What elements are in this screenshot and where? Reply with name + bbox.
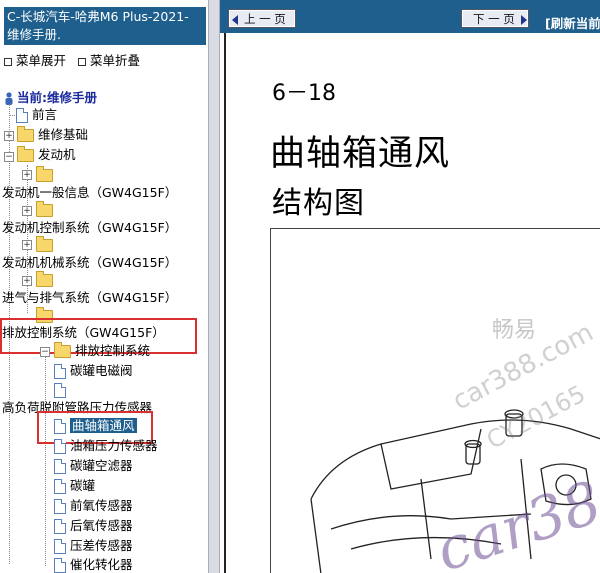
document-icon — [16, 108, 28, 123]
tree-item-canister-filter[interactable]: 碳罐空滤器 — [54, 458, 133, 474]
tree-item-engine-mech[interactable]: 发动机机械系统（GW4G15F） — [2, 255, 177, 271]
tree-label: 碳罐电磁阀 — [69, 363, 133, 378]
tree-label: 碳罐 — [69, 478, 95, 493]
folder-icon — [36, 201, 53, 217]
tree-label: 发动机一般信息（GW4G15F） — [2, 185, 178, 200]
tree-label: 后氧传感器 — [69, 518, 133, 533]
tree-item-engine-control[interactable]: 发动机控制系统（GW4G15F） — [2, 220, 177, 236]
tree-item-engine-general[interactable]: 发动机一般信息（GW4G15F） — [2, 185, 177, 201]
square-icon — [4, 57, 12, 66]
folder-icon — [17, 126, 34, 142]
page-title: 曲轴箱通风 — [270, 134, 451, 174]
tree-label: 发动机机械系统（GW4G15F） — [2, 255, 178, 270]
tree-item-basics[interactable]: 维修基础 — [17, 126, 88, 143]
tree-label: 维修基础 — [37, 127, 88, 142]
next-page-button[interactable]: 下 一 页 — [461, 9, 529, 28]
menu-expand-button[interactable]: 菜单展开 — [4, 53, 66, 68]
tree-label: 碳罐空滤器 — [69, 458, 133, 473]
expand-icon[interactable]: + — [22, 170, 32, 180]
document-icon — [54, 499, 66, 514]
tree-item-catalyst[interactable]: 催化转化器 — [54, 557, 133, 573]
arrow-right-icon — [520, 14, 527, 25]
refresh-link[interactable]: [刷新当前 — [545, 13, 600, 32]
tree-item-canister[interactable]: 碳罐 — [54, 478, 95, 494]
content-pane: 上 一 页 下 一 页 [刷新当前 6－18 曲轴箱通风 结构图 畅易 car3… — [220, 0, 600, 573]
left-pane: C-长城汽车-哈弗M6 Plus-2021- 维修手册. 菜单展开 菜单折叠 当… — [0, 0, 208, 573]
folder-icon — [17, 146, 34, 162]
tree-item-emission-sys[interactable]: 排放控制系统 — [54, 342, 150, 359]
tree-item-diff-pressure[interactable]: 压差传感器 — [54, 538, 133, 554]
doc-node[interactable] — [54, 382, 66, 398]
tree-label: 前氧传感器 — [69, 498, 133, 513]
menu-collapse-label: 菜单折叠 — [90, 53, 141, 68]
folder-icon — [36, 271, 53, 287]
tree-item-intake-exhaust[interactable]: 进气与排气系统（GW4G15F） — [2, 290, 177, 306]
tree-label: 前言 — [31, 107, 57, 122]
tree-item-front-o2[interactable]: 前氧传感器 — [54, 498, 133, 514]
prev-page-button[interactable]: 上 一 页 — [228, 9, 296, 28]
folder-node[interactable] — [36, 201, 53, 218]
tree-label: 油箱压力传感器 — [69, 438, 158, 453]
tree-label: 压差传感器 — [69, 538, 133, 553]
menu-controls: 菜单展开 菜单折叠 — [4, 50, 148, 69]
tree-label: 排放控制系统 — [74, 343, 150, 358]
expand-icon[interactable]: + — [4, 131, 14, 141]
document-icon — [54, 519, 66, 534]
menu-expand-label: 菜单展开 — [16, 53, 67, 68]
pane-splitter[interactable] — [208, 0, 220, 573]
folder-icon — [36, 236, 53, 252]
tree-label: 催化转化器 — [69, 557, 133, 572]
square-icon — [78, 57, 86, 66]
document-icon — [54, 364, 66, 379]
tree-item-preface[interactable]: 前言 — [16, 107, 57, 123]
tree-item-rear-o2[interactable]: 后氧传感器 — [54, 518, 133, 534]
page-subtitle: 结构图 — [272, 186, 365, 221]
folder-node[interactable] — [36, 166, 53, 183]
tree-label: 发动机 — [37, 147, 76, 162]
collapse-icon[interactable]: − — [4, 152, 14, 162]
arrow-left-icon — [232, 14, 238, 25]
page-number: 6－18 — [272, 81, 336, 106]
folder-icon — [54, 342, 71, 358]
current-label: 当前:维修手册 — [17, 90, 97, 105]
watermark-cn: 畅易 — [492, 318, 537, 343]
tree-item-canister-valve[interactable]: 碳罐电磁阀 — [54, 363, 133, 379]
folder-node[interactable] — [36, 236, 53, 253]
tree-item-engine[interactable]: 发动机 — [17, 146, 76, 163]
nav-bar: 上 一 页 下 一 页 [刷新当前 — [220, 0, 600, 33]
next-label: 下 一 页 — [473, 12, 515, 26]
folder-node[interactable] — [36, 271, 53, 288]
prev-label: 上 一 页 — [244, 12, 286, 26]
expand-icon[interactable]: + — [22, 206, 32, 216]
expand-icon[interactable]: + — [22, 276, 32, 286]
document-icon — [54, 479, 66, 494]
document-icon — [54, 459, 66, 474]
document-icon — [54, 439, 66, 454]
current-location: 当前:维修手册 — [4, 87, 97, 106]
manual-title: C-长城汽车-哈弗M6 Plus-2021- 维修手册. — [4, 7, 206, 45]
tree-item-fuel-tank-sensor[interactable]: 油箱压力传感器 — [54, 438, 158, 454]
document-icon — [54, 558, 66, 573]
menu-collapse-button[interactable]: 菜单折叠 — [78, 53, 140, 68]
tree-label: 进气与排气系统（GW4G15F） — [2, 290, 178, 305]
collapse-icon[interactable]: − — [40, 347, 50, 357]
tree-label: 发动机控制系统（GW4G15F） — [2, 220, 178, 235]
document-icon — [54, 539, 66, 554]
expand-icon[interactable]: + — [22, 240, 32, 250]
document-icon — [54, 383, 66, 398]
folder-icon — [36, 166, 53, 182]
